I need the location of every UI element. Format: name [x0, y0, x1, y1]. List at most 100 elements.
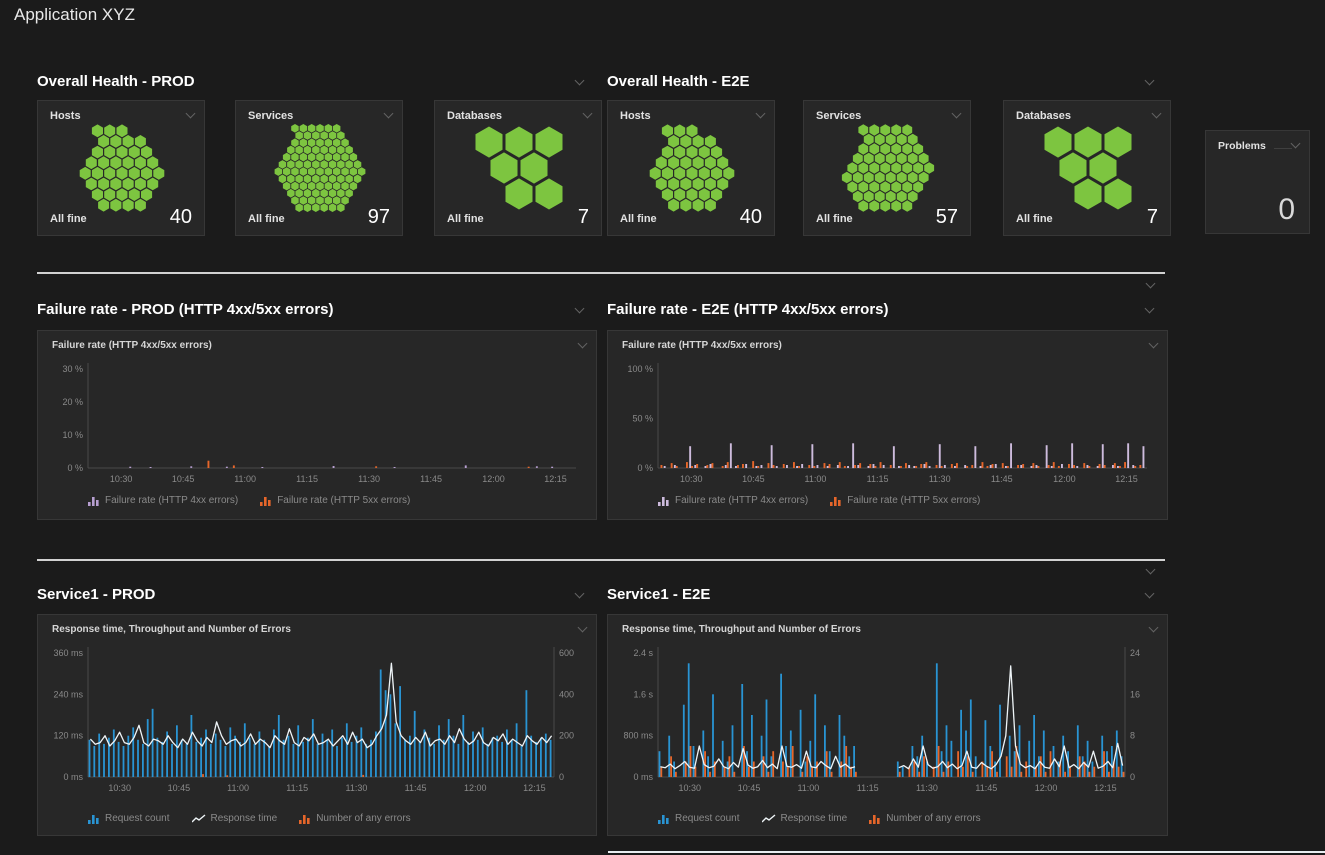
svg-text:20 %: 20 % [62, 397, 83, 407]
chart-tile-failure-prod: Failure rate (HTTP 4xx/5xx errors) 30 %2… [37, 330, 597, 520]
section-header-health-e2e: Overall Health - E2E [607, 73, 1155, 93]
tile-problems[interactable]: Problems 0 [1205, 130, 1310, 234]
hexagon-cluster [449, 123, 589, 213]
svg-text:11:15: 11:15 [286, 783, 308, 793]
chevron-down-icon[interactable] [1145, 305, 1155, 315]
section-title-failure-prod: Failure rate - PROD (HTTP 4xx/5xx errors… [37, 301, 334, 318]
svg-text:10:30: 10:30 [110, 474, 133, 484]
bar-series-icon [658, 496, 670, 506]
chart-tile-service-e2e: Response time, Throughput and Number of … [607, 614, 1168, 836]
legend-item[interactable]: Response time [192, 813, 278, 824]
chart-legend: Request count Response time Number of any … [88, 813, 411, 824]
legend-item[interactable]: Request count [658, 813, 740, 824]
tile-title: Hosts [620, 110, 651, 122]
bar-series-icon [260, 496, 272, 506]
dashboard: Application XYZ Overall Health - PROD Ov… [0, 0, 1325, 855]
bar-series-icon [658, 814, 670, 824]
svg-text:2.4 s: 2.4 s [633, 648, 653, 658]
svg-text:16: 16 [1130, 689, 1140, 699]
chevron-down-icon[interactable] [952, 110, 962, 120]
svg-text:240 ms: 240 ms [53, 689, 83, 699]
svg-text:12:00: 12:00 [482, 474, 505, 484]
legend-item[interactable]: Failure rate (HTTP 4xx errors) [658, 495, 808, 506]
legend-item[interactable]: Number of any errors [299, 813, 410, 824]
hexagon-cluster [250, 123, 390, 213]
svg-text:11:45: 11:45 [975, 783, 997, 793]
chevron-down-icon[interactable] [1152, 110, 1162, 120]
tile-databases-prod[interactable]: Databases All fine 7 [434, 100, 602, 236]
failure-rate-chart-prod[interactable]: 30 %20 %10 %0 %10:3010:4511:0011:1511:30… [38, 331, 596, 519]
bar-series-icon [869, 814, 881, 824]
tile-databases-e2e[interactable]: Databases All fine 7 [1003, 100, 1171, 236]
tile-services-prod[interactable]: Services All fine 97 [235, 100, 403, 236]
hexagon-cluster [818, 123, 958, 213]
svg-text:1.6 s: 1.6 s [633, 689, 653, 699]
legend-label: Response time [781, 813, 848, 824]
svg-text:11:15: 11:15 [857, 783, 879, 793]
tile-title: Services [248, 110, 293, 122]
svg-text:12:00: 12:00 [464, 783, 487, 793]
service-chart-prod[interactable]: 360 ms240 ms120 ms0 ms600400200010:3010:… [38, 615, 596, 835]
hexagon-cluster [52, 123, 192, 213]
svg-text:12:15: 12:15 [544, 474, 567, 484]
legend-label: Response time [211, 813, 278, 824]
section-title-service-prod: Service1 - PROD [37, 586, 155, 603]
legend-item[interactable]: Failure rate (HTTP 4xx errors) [88, 495, 238, 506]
svg-text:10:45: 10:45 [742, 474, 765, 484]
legend-item[interactable]: Number of any errors [869, 813, 980, 824]
chevron-down-icon[interactable] [1146, 566, 1156, 576]
status-label: All fine [816, 213, 853, 225]
legend-label: Failure rate (HTTP 5xx errors) [847, 495, 980, 506]
legend-label: Number of any errors [886, 813, 980, 824]
status-label: All fine [1016, 213, 1053, 225]
chevron-down-icon[interactable] [575, 77, 585, 87]
legend-label: Request count [105, 813, 170, 824]
svg-text:11:30: 11:30 [358, 474, 380, 484]
section-header-health-prod: Overall Health - PROD [37, 73, 585, 93]
chevron-down-icon[interactable] [1145, 77, 1155, 87]
chevron-down-icon[interactable] [575, 590, 585, 600]
svg-text:200: 200 [559, 731, 574, 741]
svg-text:10:45: 10:45 [172, 474, 195, 484]
chart-tile-failure-e2e: Failure rate (HTTP 4xx/5xx errors) 100 %… [607, 330, 1168, 520]
legend-item[interactable]: Response time [762, 813, 848, 824]
tile-services-e2e[interactable]: Services All fine 57 [803, 100, 971, 236]
section-title-failure-e2e: Failure rate - E2E (HTTP 4xx/5xx errors) [607, 301, 889, 318]
section-title-health-e2e: Overall Health - E2E [607, 73, 750, 90]
svg-text:10 %: 10 % [62, 430, 83, 440]
chart-legend: Request count Response time Number of any … [658, 813, 981, 824]
svg-text:11:15: 11:15 [867, 474, 889, 484]
svg-text:0 ms: 0 ms [633, 772, 653, 782]
legend-item[interactable]: Failure rate (HTTP 5xx errors) [830, 495, 980, 506]
chevron-down-icon[interactable] [583, 110, 593, 120]
entity-count: 40 [740, 206, 762, 229]
section-divider [37, 559, 1165, 561]
tile-hosts-prod[interactable]: Hosts All fine 40 [37, 100, 205, 236]
svg-text:11:00: 11:00 [227, 783, 249, 793]
chevron-down-icon[interactable] [1146, 280, 1156, 290]
line-series-icon [762, 814, 776, 824]
svg-text:12:15: 12:15 [1094, 783, 1117, 793]
svg-text:11:30: 11:30 [929, 474, 951, 484]
entity-count: 57 [936, 206, 958, 229]
chevron-down-icon[interactable] [1291, 140, 1301, 150]
svg-text:0 ms: 0 ms [63, 772, 83, 782]
status-label: All fine [50, 213, 87, 225]
svg-text:0: 0 [1130, 772, 1135, 782]
chevron-down-icon[interactable] [575, 305, 585, 315]
svg-text:0 %: 0 % [67, 463, 83, 473]
legend-item[interactable]: Request count [88, 813, 170, 824]
chart-tile-service-prod: Response time, Throughput and Number of … [37, 614, 597, 836]
entity-count: 7 [1147, 206, 1158, 229]
failure-rate-chart-e2e[interactable]: 100 %50 %0 %10:3010:4511:0011:1511:3011:… [608, 331, 1167, 519]
tile-hosts-e2e[interactable]: Hosts All fine 40 [607, 100, 775, 236]
chevron-down-icon[interactable] [384, 110, 394, 120]
chevron-down-icon[interactable] [186, 110, 196, 120]
legend-item[interactable]: Failure rate (HTTP 5xx errors) [260, 495, 410, 506]
service-chart-e2e[interactable]: 2.4 s1.6 s800 ms0 ms24168010:3010:4511:0… [608, 615, 1167, 835]
chevron-down-icon[interactable] [756, 110, 766, 120]
bar-series-icon [88, 814, 100, 824]
chart-legend: Failure rate (HTTP 4xx errors) Failure ra… [658, 495, 980, 506]
tile-title: Hosts [50, 110, 81, 122]
chevron-down-icon[interactable] [1145, 590, 1155, 600]
